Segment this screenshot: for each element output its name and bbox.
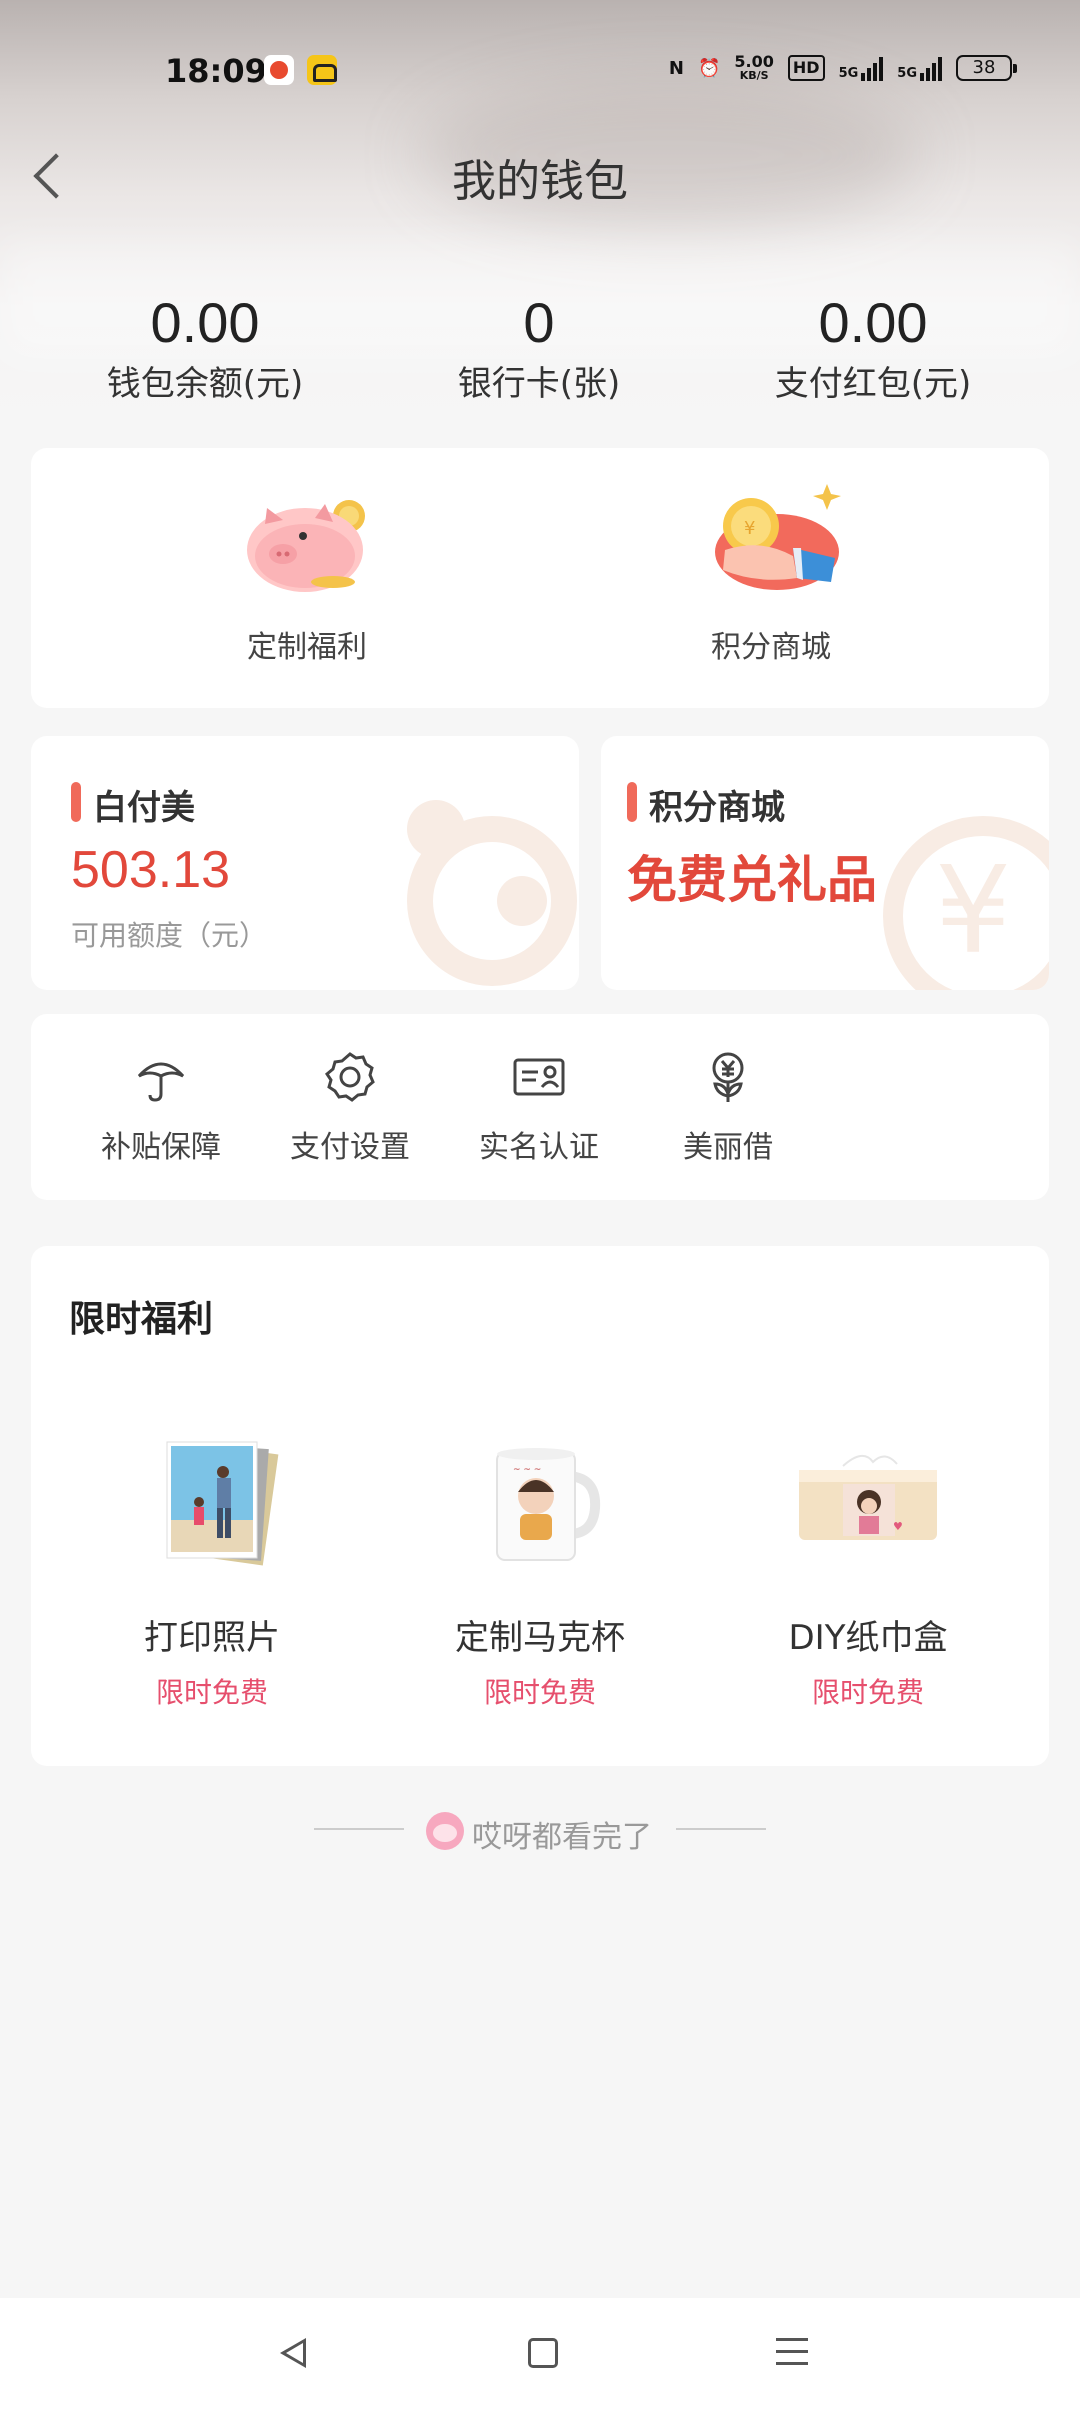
- nav-back-icon[interactable]: [280, 2338, 310, 2368]
- system-nav-bar: [0, 2298, 1080, 2412]
- notification-app-icon: [307, 55, 337, 85]
- status-bar: 18:09 N ⏰ 5.00 KB/S HD 5G 5G 38: [0, 40, 1080, 100]
- section-title: 限时福利: [69, 1299, 214, 1340]
- tools-card: 补贴保障 支付设置 实名认证 美丽借: [31, 1014, 1049, 1200]
- stat-payment-redpacket[interactable]: 0.00 支付红包(元): [693, 290, 1053, 405]
- stat-value: 0: [523, 291, 555, 354]
- svg-text:¥: ¥: [744, 518, 755, 539]
- yuan-watermark-glyph: ¥: [935, 842, 1012, 981]
- id-card-icon: [512, 1050, 566, 1104]
- photo-stack-image: [137, 1426, 287, 1576]
- product-tag: 限时免费: [811, 1676, 924, 1709]
- feature-points-mall[interactable]: ¥ 积分商城: [621, 478, 921, 666]
- stat-value: 0.00: [150, 291, 260, 354]
- hd-icon: HD: [787, 55, 825, 81]
- piggy-bank-icon: [237, 478, 377, 598]
- nfc-icon: N: [668, 57, 684, 79]
- status-time: 18:09: [165, 52, 267, 90]
- sim1-label: 5G: [838, 66, 859, 81]
- baifumei-card[interactable]: 白付美 503.13 可用额度（元）: [31, 736, 579, 990]
- tool-label: 实名认证: [479, 1130, 599, 1165]
- feature-custom-benefits[interactable]: 定制福利: [157, 478, 457, 666]
- hand-coin-icon: ¥: [701, 478, 841, 598]
- points-mall-promo: 免费兑礼品: [627, 851, 877, 909]
- product-name: DIY纸巾盒: [788, 1618, 948, 1658]
- product-custom-mug[interactable]: ~ ~ ~ 定制马克杯 限时免费: [395, 1426, 685, 1711]
- yuan-flower-icon: [701, 1050, 755, 1104]
- tool-meili-loan[interactable]: 美丽借: [643, 1050, 813, 1166]
- bear-dot-decoration: [497, 876, 547, 926]
- tool-payment-settings[interactable]: 支付设置: [265, 1050, 435, 1166]
- stat-value: 0.00: [818, 291, 928, 354]
- stat-bank-cards[interactable]: 0 银行卡(张): [359, 290, 719, 405]
- tool-subsidy-protection[interactable]: 补贴保障: [76, 1050, 246, 1166]
- stat-label: 钱包余额(元): [106, 364, 304, 404]
- net-speed-unit: KB/S: [739, 69, 769, 82]
- product-name: 打印照片: [144, 1618, 280, 1658]
- mascot-icon: [426, 1812, 464, 1850]
- net-speed: 5.00 KB/S: [734, 54, 773, 82]
- points-mall-card[interactable]: ¥ 积分商城 免费兑礼品: [601, 736, 1049, 990]
- product-name: 定制马克杯: [455, 1618, 625, 1658]
- net-speed-value: 5.00: [734, 52, 774, 71]
- alarm-icon: ⏰: [697, 57, 721, 79]
- bear-ear-decoration: [407, 800, 465, 858]
- status-indicators: N ⏰ 5.00 KB/S HD 5G 5G 38: [668, 54, 1017, 82]
- divider: [314, 1828, 404, 1830]
- signal-icon: 5G: [897, 55, 942, 81]
- mug-image: ~ ~ ~: [465, 1426, 615, 1576]
- baifumei-title: 白付美: [71, 780, 195, 829]
- nav-menu-icon[interactable]: [776, 2338, 808, 2368]
- signal-icon: 5G: [839, 55, 884, 81]
- feature-label: 积分商城: [711, 630, 831, 665]
- svg-text:~ ~ ~: ~ ~ ~: [513, 1465, 541, 1475]
- gear-icon: [323, 1050, 377, 1104]
- product-print-photos[interactable]: 打印照片 限时免费: [67, 1426, 357, 1711]
- limited-benefits-card: 限时福利 打印照片 限时免费 ~ ~ ~ 定制马克杯 限时免费 ♥ DIY纸巾盒…: [31, 1246, 1049, 1766]
- product-tag: 限时免费: [483, 1676, 596, 1709]
- tool-label: 补贴保障: [101, 1130, 221, 1165]
- tool-real-name-auth[interactable]: 实名认证: [454, 1050, 624, 1166]
- points-mall-title: 积分商城: [627, 780, 785, 829]
- divider: [676, 1828, 766, 1830]
- tool-label: 美丽借: [683, 1130, 773, 1165]
- product-diy-tissue-box[interactable]: ♥ DIY纸巾盒 限时免费: [723, 1426, 1013, 1711]
- feature-label: 定制福利: [247, 630, 367, 665]
- end-text: 哎呀都看完了: [472, 1820, 652, 1855]
- svg-text:♥: ♥: [893, 1520, 903, 1533]
- features-card: 定制福利 ¥ 积分商城: [31, 448, 1049, 708]
- baifumei-subtitle: 可用额度（元）: [71, 919, 268, 952]
- tissue-box-image: ♥: [793, 1426, 943, 1576]
- tool-label: 支付设置: [290, 1130, 410, 1165]
- battery-icon: 38: [956, 55, 1017, 81]
- sim2-label: 5G: [897, 66, 917, 81]
- nav-home-icon[interactable]: [528, 2338, 558, 2368]
- stat-label: 支付红包(元): [774, 364, 972, 404]
- baifumei-amount: 503.13: [71, 841, 231, 899]
- umbrella-icon: [134, 1050, 188, 1104]
- page-title: 我的钱包: [452, 156, 628, 207]
- end-of-list: 哎呀都看完了: [0, 1806, 1080, 1856]
- stat-wallet-balance[interactable]: 0.00 钱包余额(元): [25, 290, 385, 405]
- product-tag: 限时免费: [155, 1676, 268, 1709]
- stat-label: 银行卡(张): [457, 364, 621, 404]
- notification-app-icon: [264, 55, 294, 85]
